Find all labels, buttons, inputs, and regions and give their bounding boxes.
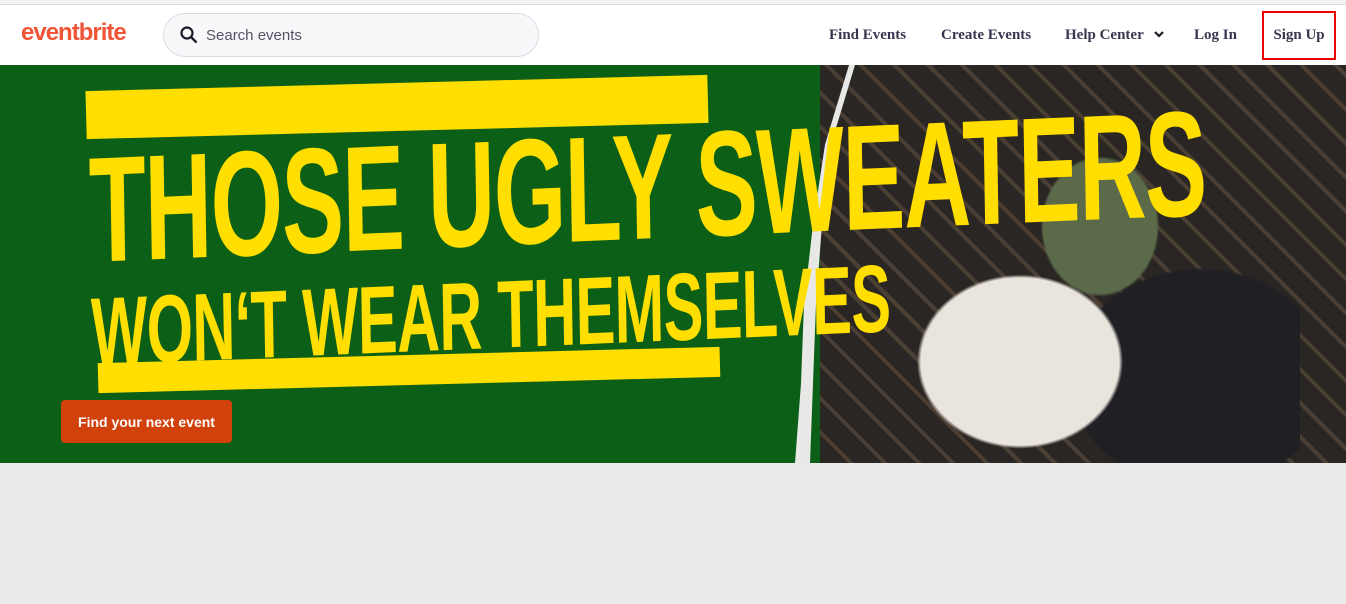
site-header: eventbrite Find Events Create Events Hel… [0,5,1346,65]
nav-log-in[interactable]: Log In [1194,27,1237,44]
headline-line-2: WON‘T WEAR THEMSELVES [90,245,892,386]
sign-up-button[interactable]: Sign Up [1262,11,1336,60]
headline-line-1: THOSE UGLY SWEATERS [87,78,1207,294]
find-next-event-button[interactable]: Find your next event [61,400,232,443]
hero-headline: THOSE UGLY SWEATERS WON‘T WEAR THEMSELVE… [87,78,1207,386]
nav-find-events[interactable]: Find Events [829,27,906,44]
nav-help-center-label: Help Center [1065,26,1144,43]
chevron-down-icon [1154,30,1164,38]
nav-create-events[interactable]: Create Events [941,27,1031,44]
sign-up-label: Sign Up [1273,27,1325,43]
main-nav: Find Events Create Events Help Center Lo… [0,5,1346,65]
hero-banner: THOSE UGLY SWEATERS WON‘T WEAR THEMSELVE… [0,65,1346,463]
nav-help-center[interactable]: Help Center [1065,27,1165,44]
